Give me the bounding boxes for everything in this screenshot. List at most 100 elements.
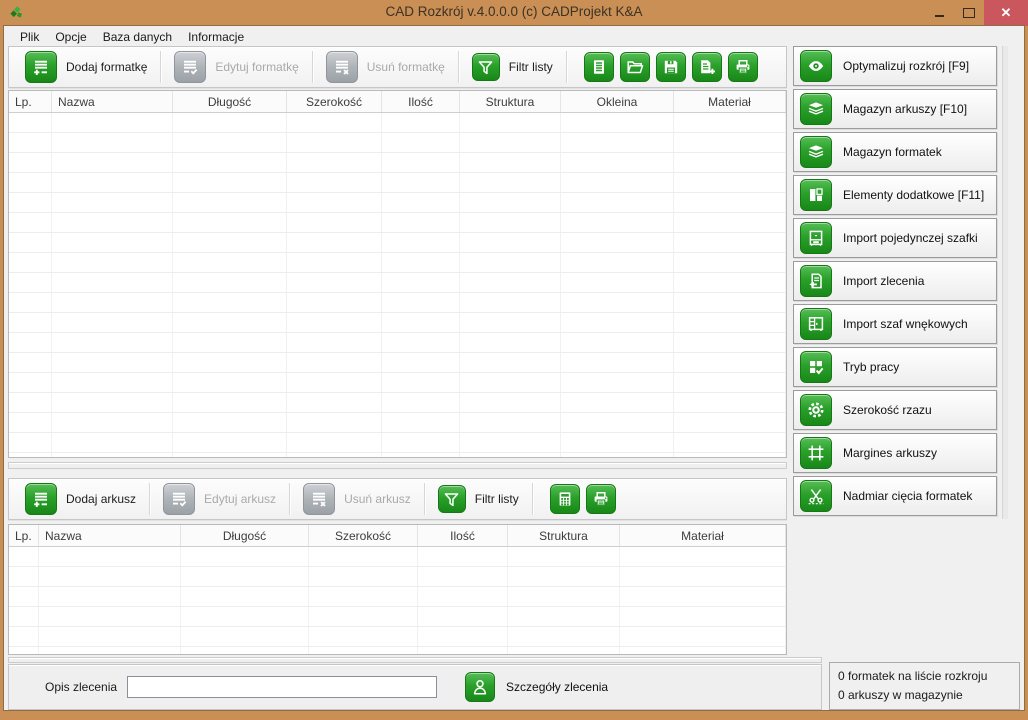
close-button[interactable]: ✕ xyxy=(984,0,1028,26)
table-cell xyxy=(9,293,52,312)
table-cell xyxy=(173,213,287,232)
sidebar-button-szerokosc-rzazu[interactable]: Szerokość rzazu xyxy=(793,390,997,430)
sidebar: Optymalizuj rozkrój [F9] Magazyn arkuszy… xyxy=(793,46,997,519)
list-icon-button[interactable] xyxy=(584,52,614,82)
table-cell xyxy=(173,173,287,192)
print-arkusze-button[interactable] xyxy=(586,484,616,514)
open-folder-button[interactable] xyxy=(620,52,650,82)
table-cell xyxy=(173,273,287,292)
sidebar-button-import-zlecenia[interactable]: Import zlecenia xyxy=(793,261,997,301)
table-cell xyxy=(9,193,52,212)
minimize-button[interactable] xyxy=(924,0,954,26)
sidebar-button-margines-arkuszy[interactable]: Margines arkuszy xyxy=(793,433,997,473)
formatki-icon-buttons xyxy=(584,52,758,82)
formatki-toolbar: Dodaj formatkę Edytuj formatkę Usuń form… xyxy=(8,46,787,88)
menu-informacje[interactable]: Informacje xyxy=(180,28,252,46)
table-cell xyxy=(52,213,173,232)
table-cell xyxy=(382,153,460,172)
column-header[interactable]: Struktura xyxy=(460,91,561,112)
filter-formatki-button[interactable]: Filtr listy xyxy=(472,53,553,81)
list-delete-icon xyxy=(303,483,335,515)
column-header[interactable]: Okleina xyxy=(561,91,674,112)
funnel-icon xyxy=(438,485,466,513)
table-cell xyxy=(9,373,52,392)
add-from-file-button[interactable] xyxy=(692,52,722,82)
column-header[interactable]: Lp. xyxy=(9,525,39,546)
edit-formatka-button[interactable]: Edytuj formatkę xyxy=(174,51,298,83)
delete-formatka-label: Usuń formatkę xyxy=(367,60,445,74)
order-description-input[interactable] xyxy=(127,676,437,698)
table-cell xyxy=(382,313,460,332)
column-header[interactable]: Długość xyxy=(181,525,309,546)
table-cell xyxy=(309,587,418,606)
table-cell xyxy=(382,253,460,272)
splitter[interactable] xyxy=(8,462,787,469)
wardrobe-icon xyxy=(800,308,832,340)
sidebar-button-tryb-pracy[interactable]: Tryb pracy xyxy=(793,347,997,387)
table-cell xyxy=(418,567,508,586)
edit-arkusz-button[interactable]: Edytuj arkusz xyxy=(163,483,276,515)
document-import-icon xyxy=(800,265,832,297)
column-header[interactable]: Lp. xyxy=(9,91,52,112)
column-header[interactable]: Nazwa xyxy=(52,91,173,112)
column-header[interactable]: Ilość xyxy=(418,525,508,546)
maximize-button[interactable] xyxy=(954,0,984,26)
table-cell xyxy=(9,153,52,172)
table-row xyxy=(9,413,786,433)
toolbar-separator xyxy=(312,51,313,83)
print-formatki-button[interactable] xyxy=(728,52,758,82)
table-cell xyxy=(9,567,39,586)
delete-formatka-button[interactable]: Usuń formatkę xyxy=(326,51,445,83)
menu-baza-danych[interactable]: Baza danych xyxy=(95,28,180,46)
table-cell xyxy=(561,313,674,332)
sidebar-button-import-szaf-wnekowych[interactable]: Import szaf wnękowych xyxy=(793,304,997,344)
sidebar-button-elementy-dodatkowe[interactable]: Elementy dodatkowe [F11] xyxy=(793,175,997,215)
column-header[interactable]: Struktura xyxy=(508,525,620,546)
column-header[interactable]: Ilość xyxy=(382,91,460,112)
save-button[interactable] xyxy=(656,52,686,82)
order-description-label: Opis zlecenia xyxy=(45,680,117,694)
column-header[interactable]: Długość xyxy=(173,91,287,112)
column-header[interactable]: Szerokość xyxy=(309,525,418,546)
column-header[interactable]: Materiał xyxy=(674,91,786,112)
table-cell xyxy=(309,547,418,566)
add-formatka-button[interactable]: Dodaj formatkę xyxy=(25,51,147,83)
menu-plik[interactable]: Plik xyxy=(12,28,47,46)
table-cell xyxy=(39,647,181,655)
column-header[interactable]: Nazwa xyxy=(39,525,181,546)
table-cell xyxy=(287,133,382,152)
column-header[interactable]: Materiał xyxy=(620,525,786,546)
column-header[interactable]: Szerokość xyxy=(287,91,382,112)
table-cell xyxy=(181,567,309,586)
table-cell xyxy=(9,333,52,352)
filter-arkusze-button[interactable]: Filtr listy xyxy=(438,485,519,513)
table-cell xyxy=(460,293,561,312)
person-icon xyxy=(465,672,495,702)
toolbar-separator xyxy=(160,51,161,83)
menu-opcje[interactable]: Opcje xyxy=(47,28,94,46)
table-cell xyxy=(52,413,173,432)
table-cell xyxy=(287,313,382,332)
sidebar-button-import-szafki[interactable]: Import pojedynczej szafki xyxy=(793,218,997,258)
table-cell xyxy=(382,193,460,212)
order-details-button[interactable]: Szczegóły zlecenia xyxy=(459,671,614,703)
table-cell xyxy=(561,373,674,392)
add-arkusz-button[interactable]: Dodaj arkusz xyxy=(25,483,136,515)
sidebar-button-magazyn-arkuszy[interactable]: Magazyn arkuszy [F10] xyxy=(793,89,997,129)
list-delete-icon xyxy=(326,51,358,83)
sidebar-button-nadmiar-ciecia[interactable]: Nadmiar cięcia formatek xyxy=(793,476,997,516)
scissors-icon xyxy=(800,480,832,512)
sidebar-scrollbar[interactable] xyxy=(1002,46,1008,519)
order-details-label: Szczegóły zlecenia xyxy=(506,680,608,694)
table-cell xyxy=(173,333,287,352)
calculator-button[interactable] xyxy=(550,484,580,514)
table-cell xyxy=(52,393,173,412)
formatki-table-body[interactable] xyxy=(9,113,786,458)
arkusze-table-body[interactable] xyxy=(9,547,786,655)
delete-arkusz-button[interactable]: Usuń arkusz xyxy=(303,483,411,515)
table-cell xyxy=(674,413,786,432)
grid-check-icon xyxy=(800,351,832,383)
table-cell xyxy=(382,333,460,352)
sidebar-button-optymalizuj-rozkroj[interactable]: Optymalizuj rozkrój [F9] xyxy=(793,46,997,86)
sidebar-button-magazyn-formatek[interactable]: Magazyn formatek xyxy=(793,132,997,172)
